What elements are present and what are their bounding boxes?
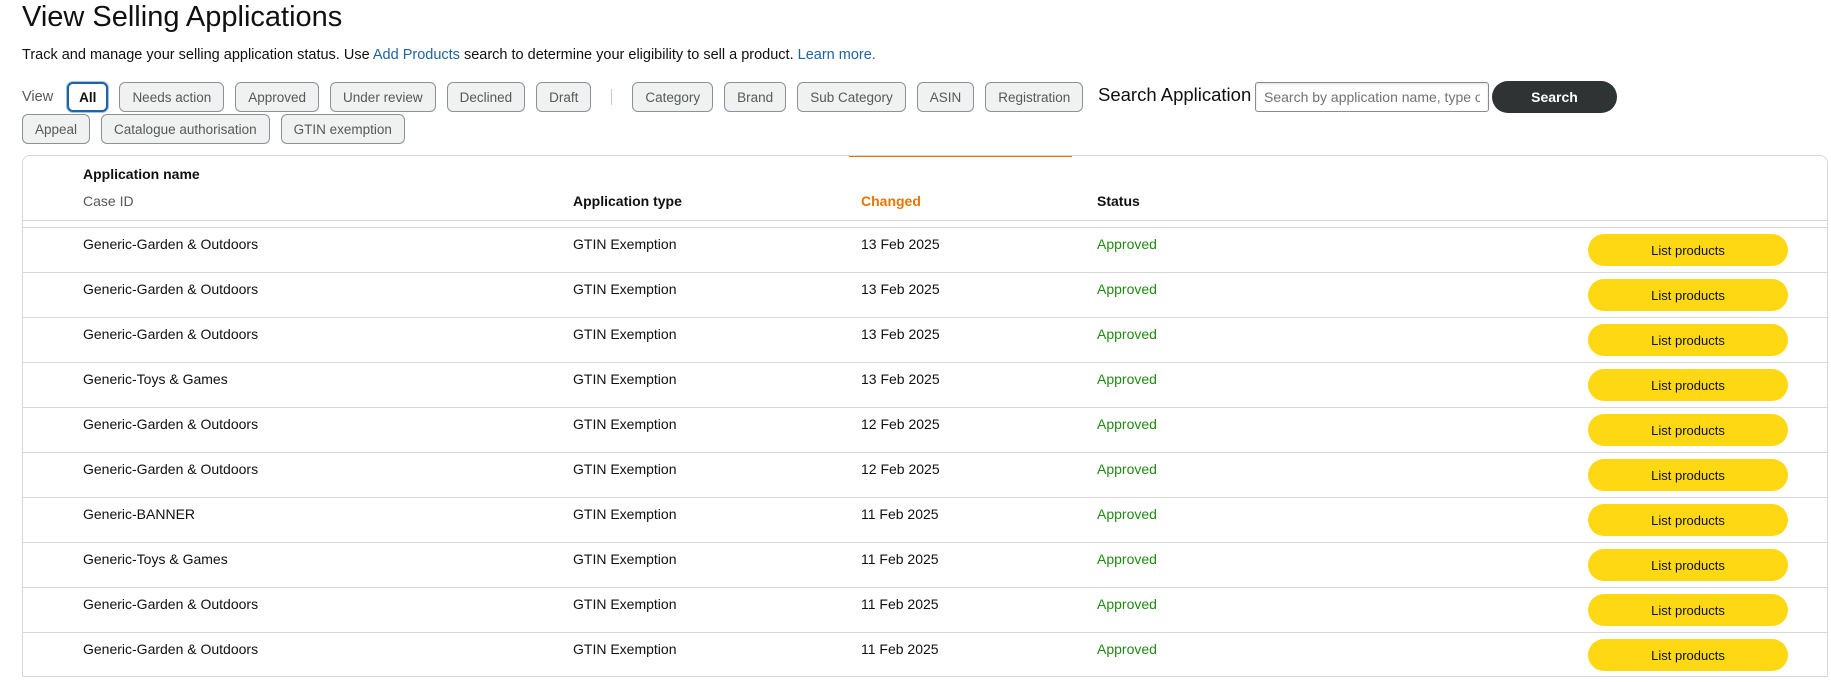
view-label: View — [22, 89, 54, 105]
list-products-button[interactable]: List products — [1588, 549, 1788, 581]
filter-chip-registration[interactable]: Registration — [985, 82, 1084, 112]
list-products-button[interactable]: List products — [1588, 459, 1788, 491]
list-products-button[interactable]: List products — [1588, 369, 1788, 401]
filter-chip-category[interactable]: Category — [632, 82, 714, 112]
application-type-cell: GTIN Exemption — [573, 506, 677, 522]
changed-date-cell: 13 Feb 2025 — [861, 371, 940, 387]
filter-bar: View All Needs action Approved Under rev… — [22, 81, 1094, 113]
filter-divider — [611, 89, 613, 105]
filter-chip-all[interactable]: All — [67, 82, 109, 112]
application-type-cell: GTIN Exemption — [573, 326, 677, 342]
changed-date-cell: 11 Feb 2025 — [861, 551, 939, 567]
filter-chip-declined[interactable]: Declined — [446, 82, 526, 112]
search-button[interactable]: Search — [1492, 81, 1617, 113]
application-name-cell: Generic-Garden & Outdoors — [83, 641, 259, 657]
application-name-cell: Generic-Garden & Outdoors — [83, 236, 259, 252]
applications-table: Application name Case ID Application typ… — [22, 155, 1828, 677]
table-body: Generic-Garden & Outdoors GTIN Exemption… — [23, 228, 1827, 676]
status-cell: Approved — [1097, 551, 1157, 567]
filter-bar-row-2: Appeal Catalogue authorisation GTIN exem… — [22, 113, 416, 145]
filter-chip-approved[interactable]: Approved — [235, 82, 320, 112]
changed-date-cell: 13 Feb 2025 — [861, 236, 940, 252]
application-name-cell: Generic-BANNER — [83, 506, 196, 522]
status-cell: Approved — [1097, 326, 1157, 342]
filter-chip-brand[interactable]: Brand — [724, 82, 787, 112]
add-products-link[interactable]: Add Products — [373, 47, 460, 63]
application-name-cell: Generic-Garden & Outdoors — [83, 461, 259, 477]
changed-date-cell: 11 Feb 2025 — [861, 596, 939, 612]
table-row: Generic-Toys & Games GTIN Exemption 13 F… — [23, 363, 1827, 408]
table-row: Generic-Garden & Outdoors GTIN Exemption… — [23, 273, 1827, 318]
sort-indicator — [849, 156, 1072, 157]
application-type-cell: GTIN Exemption — [573, 281, 677, 297]
application-type-cell: GTIN Exemption — [573, 416, 677, 432]
table-row: Generic-Garden & Outdoors GTIN Exemption… — [23, 633, 1827, 676]
status-cell: Approved — [1097, 371, 1157, 387]
list-products-button[interactable]: List products — [1588, 594, 1788, 626]
list-products-button[interactable]: List products — [1588, 324, 1788, 356]
table-row: Generic-Garden & Outdoors GTIN Exemption… — [23, 453, 1827, 498]
list-products-button[interactable]: List products — [1588, 414, 1788, 446]
column-header-application-name[interactable]: Application name — [83, 166, 200, 182]
application-type-cell: GTIN Exemption — [573, 236, 677, 252]
application-type-cell: GTIN Exemption — [573, 551, 677, 567]
status-cell: Approved — [1097, 416, 1157, 432]
table-row: Generic-Garden & Outdoors GTIN Exemption… — [23, 588, 1827, 633]
status-cell: Approved — [1097, 461, 1157, 477]
changed-date-cell: 11 Feb 2025 — [861, 506, 939, 522]
application-type-cell: GTIN Exemption — [573, 371, 677, 387]
page-title: View Selling Applications — [22, 1, 343, 33]
filter-chip-asin[interactable]: ASIN — [916, 82, 975, 112]
search-label: Search Application — [1098, 84, 1252, 105]
filter-chip-catalogue-authorisation[interactable]: Catalogue authorisation — [101, 114, 270, 144]
list-products-button[interactable]: List products — [1588, 639, 1788, 671]
column-header-case-id: Case ID — [83, 193, 134, 209]
changed-date-cell: 13 Feb 2025 — [861, 326, 940, 342]
filter-chip-sub-category[interactable]: Sub Category — [797, 82, 906, 112]
status-cell: Approved — [1097, 596, 1157, 612]
application-name-cell: Generic-Garden & Outdoors — [83, 281, 259, 297]
application-name-cell: Generic-Toys & Games — [83, 551, 228, 567]
application-name-cell: Generic-Toys & Games — [83, 371, 228, 387]
column-header-application-type[interactable]: Application type — [573, 193, 682, 209]
table-row: Generic-Garden & Outdoors GTIN Exemption… — [23, 318, 1827, 363]
changed-date-cell: 12 Feb 2025 — [861, 416, 940, 432]
status-cell: Approved — [1097, 641, 1157, 657]
selling-applications-page: View Selling Applications Track and mana… — [0, 0, 1831, 682]
filter-chip-under-review[interactable]: Under review — [330, 82, 436, 112]
filter-chip-gtin-exemption[interactable]: GTIN exemption — [280, 114, 405, 144]
application-name-cell: Generic-Garden & Outdoors — [83, 596, 259, 612]
filter-chip-needs-action[interactable]: Needs action — [119, 82, 225, 112]
status-cell: Approved — [1097, 236, 1157, 252]
table-row: Generic-Garden & Outdoors GTIN Exemption… — [23, 408, 1827, 453]
list-products-button[interactable]: List products — [1588, 279, 1788, 311]
changed-date-cell: 11 Feb 2025 — [861, 641, 939, 657]
table-row: Generic-Garden & Outdoors GTIN Exemption… — [23, 228, 1827, 273]
description-text: Track and manage your selling applicatio… — [22, 47, 373, 63]
page-description: Track and manage your selling applicatio… — [22, 46, 876, 64]
filter-chip-draft[interactable]: Draft — [536, 82, 592, 112]
changed-date-cell: 13 Feb 2025 — [861, 281, 940, 297]
changed-date-cell: 12 Feb 2025 — [861, 461, 940, 477]
application-type-cell: GTIN Exemption — [573, 461, 677, 477]
status-cell: Approved — [1097, 506, 1157, 522]
header-divider — [23, 220, 1827, 221]
application-name-cell: Generic-Garden & Outdoors — [83, 326, 259, 342]
column-header-status[interactable]: Status — [1097, 193, 1140, 209]
application-type-cell: GTIN Exemption — [573, 641, 677, 657]
list-products-button[interactable]: List products — [1588, 504, 1788, 536]
status-cell: Approved — [1097, 281, 1157, 297]
search-input[interactable] — [1255, 82, 1489, 112]
table-row: Generic-Toys & Games GTIN Exemption 11 F… — [23, 543, 1827, 588]
table-row: Generic-BANNER GTIN Exemption 11 Feb 202… — [23, 498, 1827, 543]
application-type-cell: GTIN Exemption — [573, 596, 677, 612]
application-name-cell: Generic-Garden & Outdoors — [83, 416, 259, 432]
description-text-rest: search to determine your eligibility to … — [459, 47, 798, 63]
column-header-changed[interactable]: Changed — [861, 193, 921, 209]
filter-chip-appeal[interactable]: Appeal — [22, 114, 91, 144]
list-products-button[interactable]: List products — [1588, 234, 1788, 266]
learn-more-link[interactable]: Learn more. — [798, 47, 876, 63]
